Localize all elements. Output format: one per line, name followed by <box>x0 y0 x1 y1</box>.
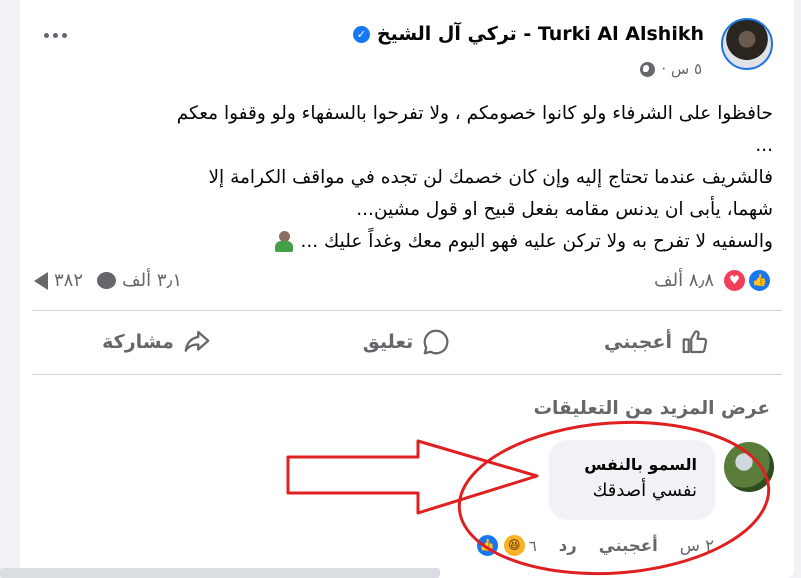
share-arrow-icon <box>34 271 48 290</box>
engagement-stats: ٣٫١ ألف ٣٨٢ <box>34 270 182 291</box>
comments-count: ٣٫١ ألف <box>122 270 183 291</box>
comment-like-button[interactable]: أعجبني <box>599 536 658 555</box>
reactions-count: ٨٫٨ ألف <box>653 270 714 291</box>
divider <box>32 374 782 375</box>
post-text-line: شهما، يأبى ان يدنس مقامه بفعل قبيح او قو… <box>356 199 773 220</box>
like-button[interactable]: أعجبني <box>532 312 782 372</box>
person-gesturing-no-emoji-icon <box>273 231 295 253</box>
shares-stat[interactable]: ٣٨٢ <box>34 270 83 291</box>
comment-bubble-icon <box>97 272 117 289</box>
share-button[interactable]: مشاركة <box>32 312 282 372</box>
comment-reply-button[interactable]: رد <box>559 536 577 555</box>
post-text-line: ... <box>755 135 773 156</box>
comment-reactions[interactable]: 👍 😆 ٦ <box>474 533 537 558</box>
love-reaction-icon: ♥ <box>722 268 747 293</box>
post-text: حافظوا على الشرفاء ولو كانوا خصومكم ، ول… <box>53 98 773 258</box>
share-icon <box>184 330 210 352</box>
comment-reactions-count: ٦ <box>528 536 537 555</box>
author-row: ✓ تركي آل الشيخ - Turki Al Alshikh <box>352 23 704 45</box>
verified-badge-icon: ✓ <box>352 25 370 43</box>
author-avatar[interactable] <box>721 18 773 70</box>
share-button-label: مشاركة <box>102 331 174 353</box>
divider <box>32 310 782 311</box>
comment-time[interactable]: ٢ س <box>680 536 714 555</box>
comment-avatar[interactable] <box>724 442 774 492</box>
haha-reaction-icon: 😆 <box>501 533 527 558</box>
post-text-line: فالشريف عندما تحتاج إليه وإن كان خصمك لن… <box>208 167 774 188</box>
comment-bubble: السمو بالنفس نفسي أصدقك <box>549 440 715 520</box>
more-options-icon[interactable] <box>44 33 67 38</box>
horizontal-scrollbar[interactable] <box>0 568 440 578</box>
post-card: ✓ تركي آل الشيخ - Turki Al Alshikh ٥ س ·… <box>20 0 794 578</box>
post-time[interactable]: ٥ س · <box>661 60 702 78</box>
shares-count: ٣٨٢ <box>54 270 84 291</box>
thumbs-up-icon <box>682 330 708 354</box>
comment-icon <box>423 329 449 355</box>
post-text-line: والسفيه لا تفرح به ولا تركن عليه فهو الي… <box>300 231 773 252</box>
comment-actions: ٢ س أعجبني رد 👍 😆 ٦ <box>474 533 714 558</box>
post-actions-bar: أعجبني تعليق مشاركة <box>32 312 782 372</box>
post-text-line: حافظوا على الشرفاء ولو كانوا خصومكم ، ول… <box>176 103 773 124</box>
comments-stat[interactable]: ٣٫١ ألف <box>97 270 182 291</box>
post-meta: ٥ س · <box>640 60 702 78</box>
comment-button[interactable]: تعليق <box>282 312 532 372</box>
like-button-label: أعجبني <box>604 331 672 353</box>
comment-author-name[interactable]: السمو بالنفس <box>549 455 697 474</box>
author-name[interactable]: تركي آل الشيخ - Turki Al Alshikh <box>377 23 704 45</box>
like-reaction-icon: 👍 <box>747 268 772 293</box>
globe-icon <box>640 61 656 77</box>
comment-button-label: تعليق <box>362 331 414 353</box>
like-reaction-icon: 👍 <box>474 533 500 558</box>
reactions-summary[interactable]: 👍 ♥ ٨٫٨ ألف <box>654 268 772 293</box>
comment-text: نفسي أصدقك <box>592 480 697 501</box>
view-more-comments-link[interactable]: عرض المزيد من التعليقات <box>533 398 770 419</box>
